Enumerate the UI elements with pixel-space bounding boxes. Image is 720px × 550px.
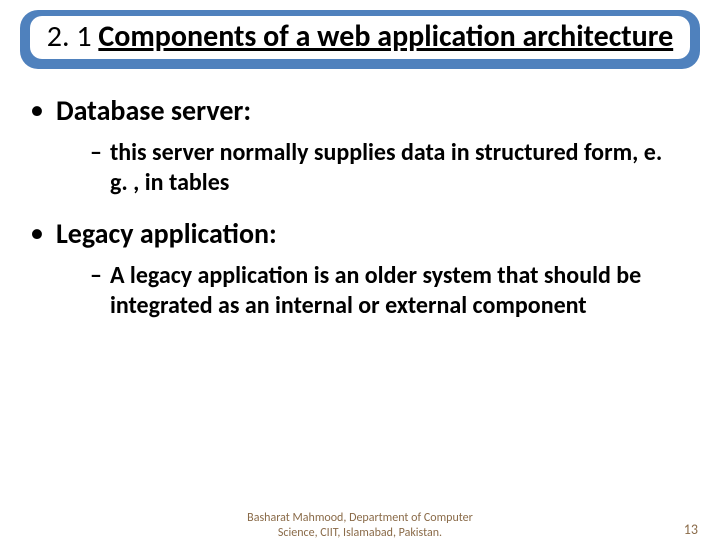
bullet-icon: • (30, 216, 44, 250)
bullet-heading: Database server: (56, 93, 251, 128)
bullet-item: • Legacy application: (40, 216, 680, 251)
slide-title: 2. 1 Components of a web application arc… (30, 16, 690, 59)
dash-icon: – (90, 261, 102, 291)
slide-footer: Basharat Mahmood, Department of Computer… (0, 511, 720, 540)
sub-text: A legacy application is an older system … (110, 261, 680, 321)
bullet-heading: Legacy application: (56, 216, 277, 251)
sub-item: – A legacy application is an older syste… (90, 261, 680, 321)
dash-icon: – (90, 138, 102, 168)
sub-item: – this server normally supplies data in … (90, 138, 680, 198)
bullet-icon: • (30, 93, 44, 127)
title-prefix: 2. 1 (47, 18, 99, 55)
bullet-item: • Database server: (40, 93, 680, 128)
page-number: 13 (684, 521, 698, 538)
slide-content: • Database server: – this server normall… (0, 69, 720, 321)
sub-text: this server normally supplies data in st… (110, 138, 680, 198)
title-underlined: Components of a web application architec… (98, 18, 673, 55)
title-banner: 2. 1 Components of a web application arc… (20, 10, 700, 69)
footer-credit: Basharat Mahmood, Department of Computer… (230, 511, 490, 540)
